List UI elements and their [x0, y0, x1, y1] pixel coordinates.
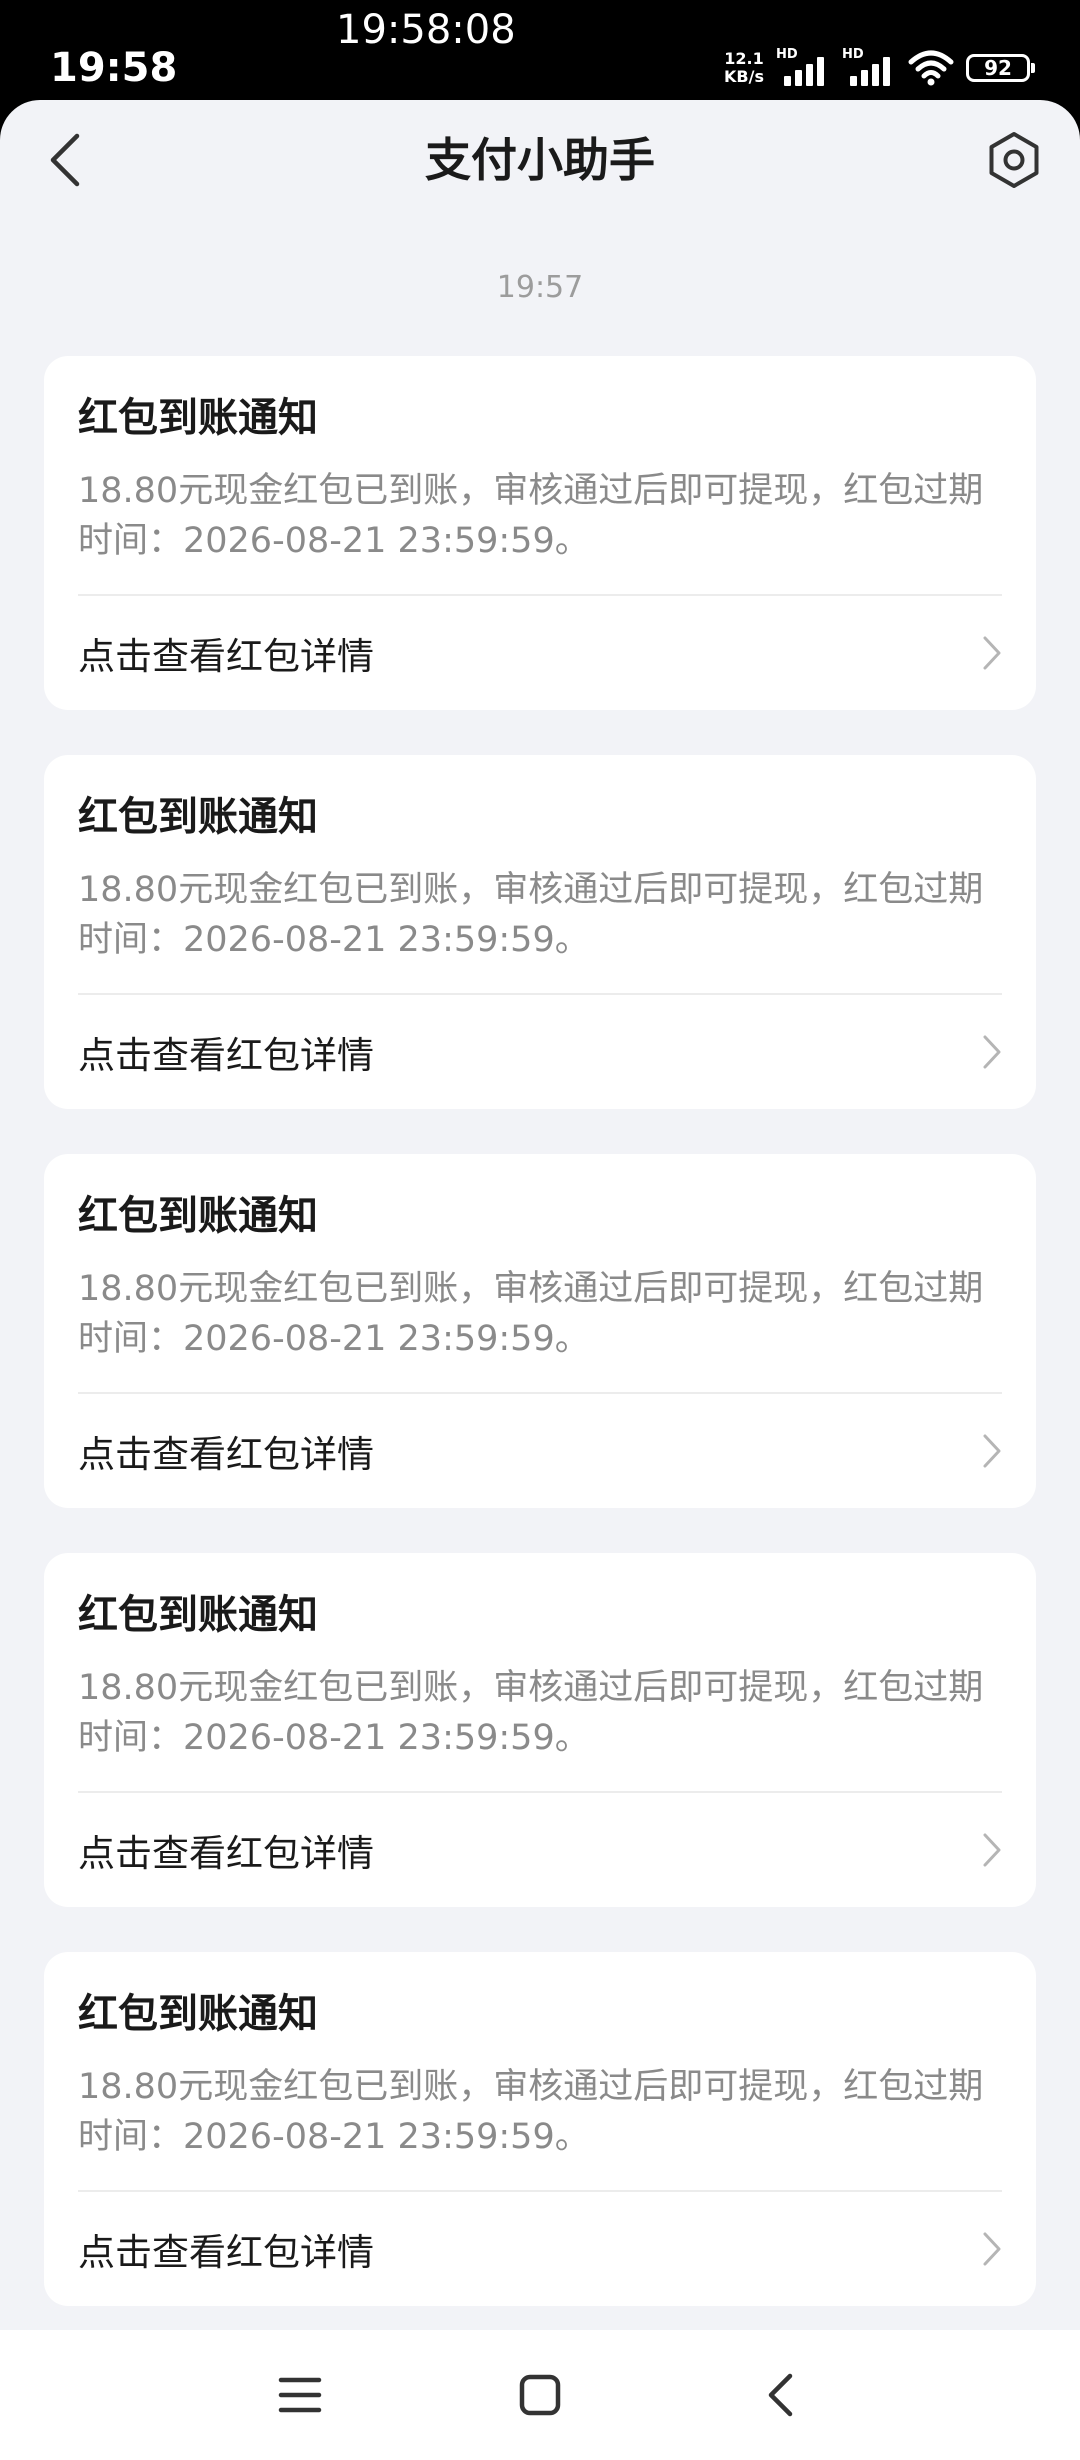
page-title: 支付小助手	[425, 133, 655, 187]
message-timestamp: 19:57	[496, 270, 584, 305]
card-body: 18.80元现金红包已到账，审核通过后即可提现，红包过期 时间：2026-08-…	[78, 870, 984, 960]
network-speed-unit: KB/s	[724, 67, 764, 86]
battery-icon: 92	[966, 54, 1035, 82]
chevron-right-icon	[983, 1434, 1001, 1468]
wifi-icon	[908, 50, 954, 86]
card-body: 18.80元现金红包已到账，审核通过后即可提现，红包过期 时间：2026-08-…	[78, 471, 984, 561]
card-body: 18.80元现金红包已到账，审核通过后即可提现，红包过期 时间：2026-08-…	[78, 1269, 984, 1359]
card-title: 红包到账通知	[78, 794, 318, 840]
card-body: 18.80元现金红包已到账，审核通过后即可提现，红包过期 时间：2026-08-…	[78, 2067, 984, 2157]
signal-icon: HD	[776, 48, 830, 88]
view-details-label: 点击查看红包详情	[78, 635, 374, 678]
status-icons: 12.1 KB/s HD HD 92	[724, 44, 1035, 92]
notification-card: 红包到账通知 18.80元现金红包已到账，审核通过后即可提现，红包过期 时间：2…	[44, 356, 1036, 710]
settings-button[interactable]	[978, 124, 1050, 196]
notification-card: 红包到账通知 18.80元现金红包已到账，审核通过后即可提现，红包过期 时间：2…	[44, 1154, 1036, 1508]
home-icon	[519, 2374, 561, 2416]
card-title: 红包到账通知	[78, 395, 318, 441]
view-details-link[interactable]: 点击查看红包详情	[44, 596, 1036, 710]
settings-gear-icon	[989, 132, 1039, 188]
notification-card: 红包到账通知 18.80元现金红包已到账，审核通过后即可提现，红包过期 时间：2…	[44, 1553, 1036, 1907]
chevron-right-icon	[983, 2232, 1001, 2266]
view-details-link[interactable]: 点击查看红包详情	[44, 2192, 1036, 2306]
message-list: 红包到账通知 18.80元现金红包已到账，审核通过后即可提现，红包过期 时间：2…	[44, 356, 1036, 2351]
view-details-link[interactable]: 点击查看红包详情	[44, 1793, 1036, 1907]
card-title: 红包到账通知	[78, 1991, 318, 2037]
network-speed: 12.1 KB/s	[724, 50, 764, 86]
view-details-link[interactable]: 点击查看红包详情	[44, 995, 1036, 1109]
chevron-right-icon	[983, 1833, 1001, 1867]
view-details-label: 点击查看红包详情	[78, 2231, 374, 2274]
system-navigation-bar	[0, 2330, 1080, 2460]
battery-level: 92	[984, 56, 1012, 80]
status-time: 19:58	[50, 45, 178, 91]
card-title: 红包到账通知	[78, 1592, 318, 1638]
notification-card: 红包到账通知 18.80元现金红包已到账，审核通过后即可提现，红包过期 时间：2…	[44, 755, 1036, 1109]
system-back-button[interactable]	[730, 2345, 830, 2445]
overlay-clock: 19:58:08	[336, 7, 516, 53]
app-screen: 支付小助手 19:57 红包到账通知 18.80元现金红包已到账，审核通过后即可…	[0, 100, 1080, 2460]
notification-card: 红包到账通知 18.80元现金红包已到账，审核通过后即可提现，红包过期 时间：2…	[44, 1952, 1036, 2306]
menu-icon	[278, 2377, 322, 2413]
card-body: 18.80元现金红包已到账，审核通过后即可提现，红包过期 时间：2026-08-…	[78, 1668, 984, 1758]
back-icon	[768, 2373, 793, 2417]
view-details-label: 点击查看红包详情	[78, 1433, 374, 1476]
view-details-label: 点击查看红包详情	[78, 1832, 374, 1875]
signal-icon: HD	[842, 48, 896, 88]
home-button[interactable]	[490, 2345, 590, 2445]
card-title: 红包到账通知	[78, 1193, 318, 1239]
chevron-right-icon	[983, 636, 1001, 670]
recent-apps-button[interactable]	[250, 2345, 350, 2445]
status-bar: 19:58 19:58:08 12.1 KB/s HD HD 92	[0, 0, 1080, 100]
network-speed-value: 12.1	[724, 49, 764, 68]
view-details-label: 点击查看红包详情	[78, 1034, 374, 1077]
view-details-link[interactable]: 点击查看红包详情	[44, 1394, 1036, 1508]
chevron-right-icon	[983, 1035, 1001, 1069]
navigation-bar: 支付小助手	[0, 100, 1080, 222]
